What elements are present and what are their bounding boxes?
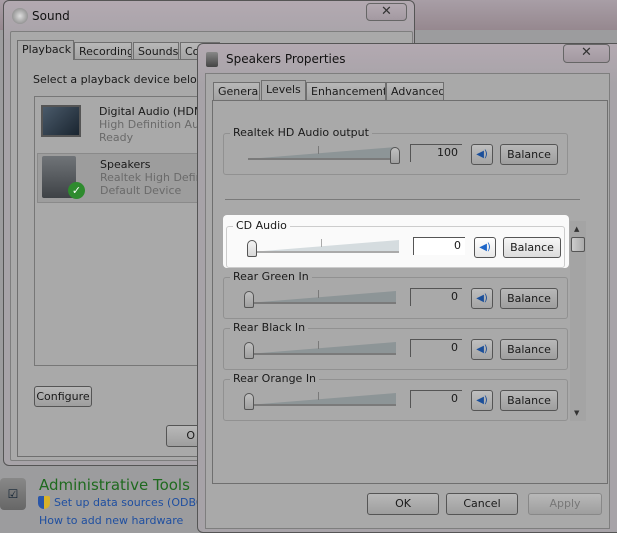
scroll-down-arrow-icon[interactable]: ▼ [574,409,579,417]
level-group-cd-audio: CD Audio 0 ◀) Balance [226,219,565,268]
speaker-volume-icon: ◀) [476,344,488,355]
balance-button[interactable]: Balance [500,339,558,360]
tab-playback[interactable]: Playback [17,40,74,60]
level-label: Rear Black In [230,321,309,334]
slider-thumb[interactable] [244,342,254,359]
mute-button[interactable]: ◀) [471,339,493,360]
tab-levels[interactable]: Levels [261,80,306,100]
ok-button[interactable]: OK [367,493,439,515]
volume-value[interactable]: 100 [410,144,462,162]
vertical-scrollbar[interactable]: ▲ ▼ [570,221,586,421]
close-icon: ✕ [581,45,592,60]
green-check-icon: ✓ [68,182,85,199]
apply-button: Apply [528,493,602,515]
level-group-rear-orange-in: Rear Orange In 0 ◀) Balance [223,372,568,421]
properties-tab-strip: General Levels Enhancements Advanced [213,80,453,100]
level-group-realtek-output: Realtek HD Audio output 100 ◀) Balance [223,126,568,175]
device-name: Digital Audio (HDM [99,105,204,118]
mute-button[interactable]: ◀) [471,144,493,165]
scroll-up-arrow-icon[interactable]: ▲ [574,225,579,233]
slider-thumb[interactable] [390,147,400,164]
level-label: CD Audio [233,219,290,232]
balance-button[interactable]: Balance [500,144,558,165]
administrative-tools-icon: ☑ [0,478,26,510]
separator [225,199,580,200]
level-group-rear-black-in: Rear Black In 0 ◀) Balance [223,321,568,370]
device-status: Default Device [100,184,182,197]
sound-icon [12,8,28,24]
volume-slider[interactable] [244,341,398,359]
mute-button[interactable]: ◀) [474,237,496,258]
instruction-text: Select a playback device below t [33,73,214,86]
level-label: Rear Green In [230,270,312,283]
close-button[interactable]: ✕ [366,3,407,21]
mute-button[interactable]: ◀) [471,390,493,411]
tab-sounds[interactable]: Sounds [133,42,179,60]
volume-value[interactable]: 0 [410,288,462,306]
volume-slider[interactable] [247,239,401,257]
slider-thumb[interactable] [247,240,257,257]
add-new-hardware-link[interactable]: How to add new hardware [39,514,183,527]
balance-button[interactable]: Balance [500,390,558,411]
device-status: Ready [99,131,134,144]
cancel-button[interactable]: Cancel [446,493,518,515]
tab-advanced[interactable]: Advanced [386,82,444,100]
setup-data-sources-link[interactable]: Set up data sources (ODBC) [54,496,208,509]
mute-button[interactable]: ◀) [471,288,493,309]
monitor-icon [41,105,81,137]
configure-button[interactable]: Configure [34,386,92,407]
level-label: Rear Orange In [230,372,320,385]
volume-slider[interactable] [244,290,398,308]
volume-slider[interactable] [244,146,400,164]
volume-value[interactable]: 0 [413,237,465,255]
level-label: Realtek HD Audio output [230,126,372,139]
close-icon: ✕ [381,4,392,19]
balance-button[interactable]: Balance [503,237,561,258]
tab-recording[interactable]: Recording [74,42,132,60]
slider-thumb[interactable] [244,393,254,410]
speaker-volume-icon: ◀) [476,293,488,304]
tab-general[interactable]: General [213,82,260,100]
scroll-thumb[interactable] [571,237,585,252]
device-desc: High Definition Aud [99,118,207,131]
device-name: Speakers [100,158,151,171]
dialog-title: Speakers Properties [226,52,346,66]
tab-enhancements[interactable]: Enhancements [306,82,386,100]
close-button[interactable]: ✕ [563,44,610,63]
speaker-volume-icon: ◀) [476,395,488,406]
level-group-rear-green-in: Rear Green In 0 ◀) Balance [223,270,568,319]
speaker-volume-icon: ◀) [479,242,491,253]
window-title: Sound [32,9,70,23]
volume-value[interactable]: 0 [410,339,462,357]
administrative-tools-heading[interactable]: Administrative Tools [39,476,190,494]
speaker-volume-icon: ◀) [476,149,488,160]
device-desc: Realtek High Defini [100,171,206,184]
slider-thumb[interactable] [244,291,254,308]
volume-slider[interactable] [244,392,398,410]
uac-shield-icon [38,496,50,509]
balance-button[interactable]: Balance [500,288,558,309]
speaker-small-icon [206,52,218,67]
volume-value[interactable]: 0 [410,390,462,408]
